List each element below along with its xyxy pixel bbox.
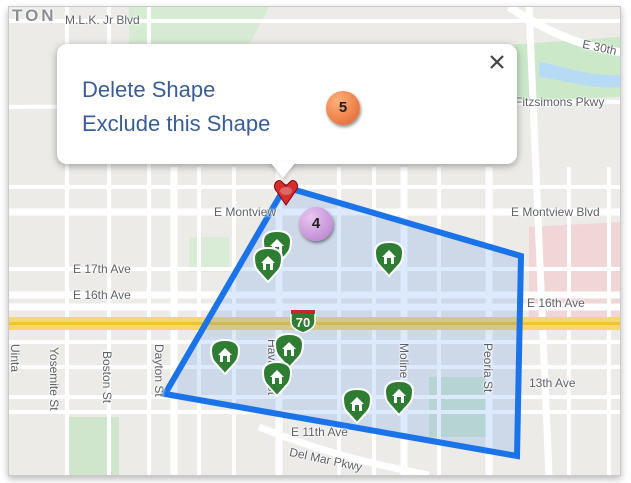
shape-vertex-marker-icon[interactable] xyxy=(271,177,301,207)
delete-shape-link[interactable]: Delete Shape xyxy=(82,77,215,103)
street-label-e-11th: E 11th Ave xyxy=(291,425,348,439)
street-label-peoria: Peoria St xyxy=(481,343,495,393)
street-label-e-16th-right: E 16th Ave xyxy=(527,296,585,310)
street-label-mlk: M.L.K. Jr Blvd xyxy=(65,13,140,27)
exclude-shape-link[interactable]: Exclude this Shape xyxy=(82,111,270,137)
step-badge-5: 5 xyxy=(326,91,360,125)
home-pin-icon[interactable] xyxy=(261,360,293,398)
popup-pointer xyxy=(270,162,296,178)
home-pin-icon[interactable] xyxy=(252,246,284,284)
street-label-yosemite: Yosemite St xyxy=(47,347,61,411)
home-pin-icon[interactable] xyxy=(383,379,415,417)
shape-options-popup: Delete Shape Exclude this Shape xyxy=(57,44,517,178)
street-label-e-montview-right: E Montview Blvd xyxy=(511,205,600,219)
street-label-e-montview-left: E Montview xyxy=(214,205,277,219)
map-viewport[interactable]: TON M.L.K. Jr Blvd E 30th Fitzsimons Pkw… xyxy=(8,6,621,476)
street-label-e-17th: E 17th Ave xyxy=(73,262,131,276)
home-pin-icon[interactable] xyxy=(373,240,405,278)
interstate-shield-icon: 70 xyxy=(290,309,316,333)
home-pin-icon[interactable] xyxy=(341,387,373,425)
street-label-uinta: Uinta xyxy=(8,344,22,373)
street-label-dayton: Dayton St xyxy=(152,344,166,397)
step-badge-4: 4 xyxy=(299,207,333,241)
street-label-boston: Boston St xyxy=(100,351,114,404)
street-label-fitzsimons: Fitzsimons Pkwy xyxy=(515,95,605,109)
close-icon[interactable] xyxy=(485,50,509,74)
home-pin-icon[interactable] xyxy=(209,338,241,376)
district-label: TON xyxy=(12,6,57,25)
street-label-13th: 13th Ave xyxy=(529,376,576,390)
interstate-number: 70 xyxy=(295,315,311,330)
street-label-e-16th-left: E 16th Ave xyxy=(73,288,131,302)
